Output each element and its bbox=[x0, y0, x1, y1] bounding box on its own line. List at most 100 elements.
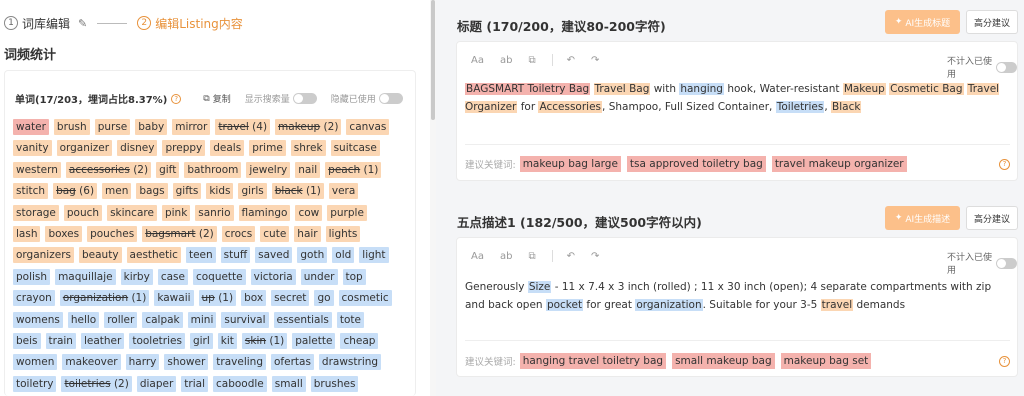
hide-used-toggle[interactable] bbox=[378, 93, 403, 104]
word-tag[interactable]: stitch bbox=[13, 183, 49, 200]
word-tag[interactable]: bathroom bbox=[184, 161, 242, 178]
word-tag[interactable]: men bbox=[102, 183, 132, 200]
word-tag[interactable]: kawaii bbox=[154, 290, 194, 307]
word-tag[interactable]: ofertas bbox=[271, 354, 314, 371]
word-tag[interactable]: jewelry bbox=[246, 161, 291, 178]
word-tag[interactable]: makeover bbox=[62, 354, 121, 371]
word-tag[interactable]: kit bbox=[217, 333, 237, 349]
word-tag[interactable]: travel (4) bbox=[215, 119, 271, 135]
word-tag[interactable]: coquette bbox=[192, 268, 246, 285]
word-tag[interactable]: lights bbox=[325, 226, 361, 242]
suggested-keyword[interactable]: tsa approved toiletry bag bbox=[626, 156, 766, 172]
word-tag[interactable]: sanrio bbox=[195, 204, 234, 221]
copy-icon[interactable]: ⧉ bbox=[528, 55, 535, 66]
word-tag[interactable]: girls bbox=[238, 183, 267, 200]
word-tag[interactable]: shower bbox=[164, 354, 209, 371]
word-tag[interactable]: mirror bbox=[172, 119, 211, 135]
word-tag[interactable]: women bbox=[13, 354, 58, 371]
word-tag[interactable]: kirby bbox=[120, 268, 153, 285]
word-tag[interactable]: boxes bbox=[45, 226, 83, 242]
word-tag[interactable]: purse bbox=[94, 119, 131, 135]
word-tag[interactable]: western bbox=[13, 161, 61, 178]
copy-button[interactable]: ⧉ 复制 bbox=[203, 92, 230, 106]
word-tag[interactable]: calpak bbox=[142, 311, 183, 328]
word-tag[interactable]: bagsmart (2) bbox=[142, 226, 217, 242]
word-tag[interactable]: roller bbox=[104, 311, 138, 328]
redo-icon[interactable]: ↷ bbox=[591, 251, 599, 262]
word-tag[interactable]: trial bbox=[181, 375, 208, 392]
title-advice-button[interactable]: 高分建议 bbox=[966, 10, 1018, 34]
word-tag[interactable]: under bbox=[300, 268, 338, 285]
suggested-keyword[interactable]: travel makeup organizer bbox=[771, 156, 907, 172]
word-tag[interactable]: kids bbox=[206, 183, 234, 200]
suggested-keyword[interactable]: makeup bag large bbox=[519, 156, 621, 172]
word-tag[interactable]: nail bbox=[295, 161, 321, 178]
word-tag[interactable]: maquillaje bbox=[55, 268, 116, 285]
word-tag[interactable]: girl bbox=[189, 333, 213, 349]
word-tag[interactable]: water bbox=[13, 119, 49, 135]
word-tag[interactable]: suitcase bbox=[330, 140, 380, 157]
word-tag[interactable]: pouches bbox=[87, 226, 138, 242]
suggested-keyword[interactable]: small makeup bag bbox=[672, 353, 775, 369]
word-tag[interactable]: deals bbox=[210, 140, 245, 157]
word-tag[interactable]: go bbox=[314, 290, 334, 307]
word-tag[interactable]: beauty bbox=[79, 247, 122, 264]
title-textarea[interactable]: BAGSMART Toiletry Bag Travel Bag with ha… bbox=[465, 80, 1013, 116]
word-tag[interactable]: hello bbox=[67, 311, 100, 328]
word-tag[interactable]: brushes bbox=[310, 375, 359, 392]
word-tag[interactable]: toiletries (2) bbox=[61, 375, 132, 392]
step1-label[interactable]: 词库编辑 bbox=[22, 15, 70, 32]
word-tag[interactable]: skincare bbox=[107, 204, 157, 221]
word-tag[interactable]: bags bbox=[136, 183, 168, 200]
word-tag[interactable]: purple bbox=[327, 204, 367, 221]
word-tag[interactable]: crayon bbox=[13, 290, 55, 307]
word-tag[interactable]: flamingo bbox=[238, 204, 291, 221]
word-tag[interactable]: small bbox=[271, 375, 306, 392]
undo-icon[interactable]: ↶ bbox=[567, 55, 575, 66]
suggested-keyword[interactable]: makeup bag set bbox=[780, 353, 872, 369]
word-tag[interactable]: essentials bbox=[273, 311, 332, 328]
word-tag[interactable]: preppy bbox=[162, 140, 206, 157]
word-tag[interactable]: gifts bbox=[172, 183, 202, 200]
word-tag[interactable]: brush bbox=[53, 119, 90, 135]
word-tag[interactable]: prime bbox=[249, 140, 286, 157]
word-tag[interactable]: diaper bbox=[136, 375, 177, 392]
word-tag[interactable]: cow bbox=[295, 204, 323, 221]
suggested-keyword[interactable]: hanging travel toiletry bag bbox=[519, 353, 667, 369]
word-tag[interactable]: top bbox=[342, 268, 366, 285]
word-tag[interactable]: black (1) bbox=[271, 183, 324, 200]
step2-label[interactable]: 编辑Listing内容 bbox=[155, 15, 243, 32]
word-tag[interactable]: storage bbox=[13, 204, 59, 221]
scrollbar[interactable] bbox=[430, 0, 436, 396]
word-tag[interactable]: goth bbox=[297, 247, 328, 264]
word-tag[interactable]: case bbox=[157, 268, 188, 285]
word-tag[interactable]: peach (1) bbox=[325, 161, 382, 178]
word-tag[interactable]: polish bbox=[13, 268, 51, 285]
word-tag[interactable]: gift bbox=[156, 161, 180, 178]
word-tag[interactable]: old bbox=[332, 247, 355, 264]
word-tag[interactable]: crocs bbox=[221, 226, 256, 242]
word-tag[interactable]: lash bbox=[13, 226, 41, 242]
word-tag[interactable]: pink bbox=[161, 204, 191, 221]
word-tag[interactable]: cute bbox=[260, 226, 290, 242]
word-tag[interactable]: teen bbox=[185, 247, 216, 264]
case-toggle-icon[interactable]: Aa bbox=[471, 55, 484, 66]
word-tag[interactable]: baby bbox=[135, 119, 168, 135]
ignore-used-toggle[interactable] bbox=[996, 61, 1017, 73]
word-tag[interactable]: tooletries bbox=[129, 333, 185, 349]
word-tag[interactable]: light bbox=[359, 247, 389, 264]
bullet-textarea[interactable]: Generously Size - 11 x 7.4 x 3 inch (rol… bbox=[465, 278, 1013, 314]
word-tag[interactable]: cosmetic bbox=[338, 290, 392, 307]
word-tag[interactable]: organizer bbox=[56, 140, 113, 157]
show-search-volume-toggle[interactable] bbox=[292, 93, 317, 104]
bullet-advice-button[interactable]: 高分建议 bbox=[966, 206, 1018, 230]
word-tag[interactable]: survival bbox=[221, 311, 269, 328]
word-tag[interactable]: vera bbox=[328, 183, 359, 200]
scrollbar-thumb[interactable] bbox=[431, 0, 435, 120]
word-tag[interactable]: vanity bbox=[13, 140, 52, 157]
word-tag[interactable]: palette bbox=[292, 333, 336, 349]
word-tag[interactable]: train bbox=[45, 333, 76, 349]
copy-icon[interactable]: ⧉ bbox=[528, 251, 535, 262]
word-tag[interactable]: beis bbox=[13, 333, 41, 349]
word-tag[interactable]: organization (1) bbox=[59, 290, 150, 307]
